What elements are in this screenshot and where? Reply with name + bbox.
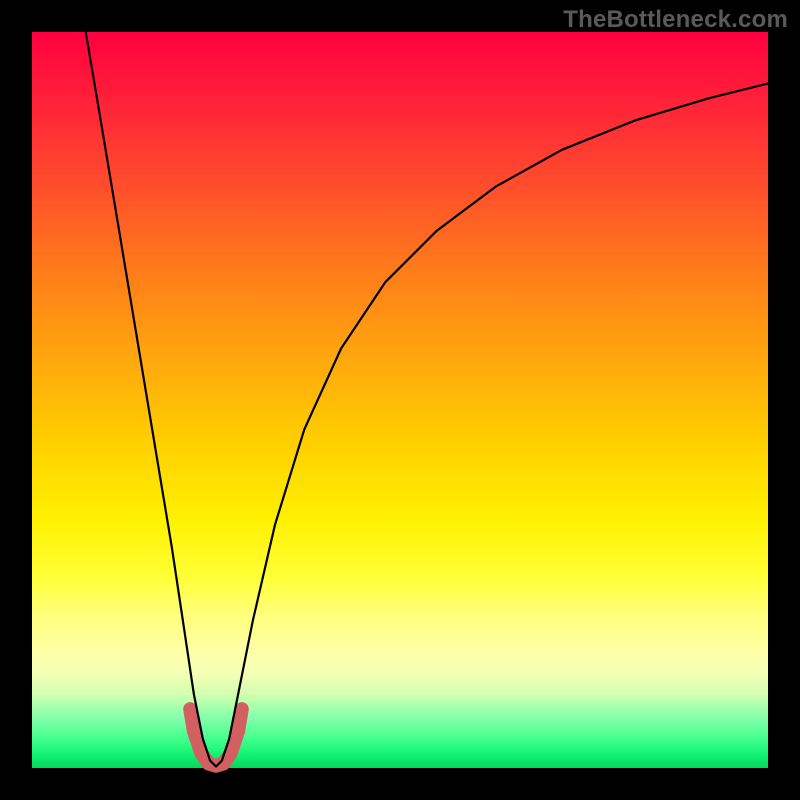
- watermark-text: TheBottleneck.com: [563, 6, 788, 34]
- chart-svg: [32, 32, 768, 768]
- chart-frame: TheBottleneck.com: [0, 0, 800, 800]
- chart-curve: [86, 32, 768, 767]
